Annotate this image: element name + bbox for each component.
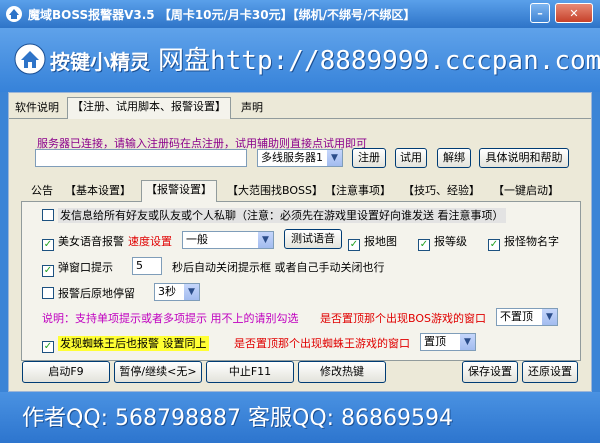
hotkey-button[interactable]: 修改热键 [298, 361, 386, 383]
save-settings-button[interactable]: 保存设置 [462, 361, 518, 383]
help-button[interactable]: 具体说明和帮助 [479, 148, 569, 168]
title-bar: 魔域BOSS报警器V3.5 【周卡10元/月卡30元】【绑机/不绑号/不绑区】 … [0, 0, 600, 28]
spider-top-select-value: 置顶 [424, 335, 446, 348]
subtab-alarm[interactable]: 【报警设置】 [141, 180, 217, 202]
speed-label: 速度设置 [128, 235, 172, 248]
report-name-row[interactable]: ✓ 报怪物名字 [488, 233, 559, 251]
minimize-button[interactable]: – [530, 3, 550, 23]
logo-text: 按键小精灵 [50, 50, 150, 74]
voice-row[interactable]: ✓ 美女语音报警 [42, 233, 124, 251]
speed-select[interactable]: 一般 ▼ [182, 231, 274, 249]
friend-msg-row[interactable]: 发信息给所有好友或队友或个人私聊（注意：必须先在游戏里设置好向谁发送 看注意事项… [42, 207, 506, 223]
server-select-value: 多线服务器1 [261, 151, 323, 164]
house-logo-icon [14, 43, 46, 75]
subtab-one-key[interactable]: 【一键启动】 [489, 182, 563, 202]
chevron-down-icon: ▼ [184, 284, 199, 300]
chevron-down-icon: ▼ [327, 150, 342, 166]
report-level-row[interactable]: ✓ 报等级 [418, 233, 467, 251]
register-code-input[interactable] [35, 149, 247, 167]
alarm-settings-panel: 发信息给所有好友或队友或个人私聊（注意：必须先在游戏里设置好向谁发送 看注意事项… [21, 201, 581, 361]
stay-select-value: 3秒 [158, 285, 176, 298]
spider-checkbox[interactable]: ✓ [42, 341, 54, 353]
subtab-notes[interactable]: 【注意事项】 [321, 182, 395, 202]
trial-button[interactable]: 试用 [395, 148, 427, 168]
note-text: 说明：支持单项提示或者多项提示 用不上的请别勾选 [42, 312, 299, 325]
popup-label: 弹窗口提示 [58, 261, 113, 274]
popup-suffix: 秒后自动关闭提示框 或者自己手动关闭也行 [172, 261, 385, 274]
close-button[interactable]: ✕ [555, 3, 593, 23]
app-icon [6, 6, 22, 22]
subtab-basic[interactable]: 【基本设置】 [61, 182, 135, 202]
spider-top-question: 是否置顶那个出现蜘蛛王游戏的窗口 [234, 337, 410, 350]
spider-top-select[interactable]: 置顶 ▼ [420, 333, 476, 351]
window-title: 魔域BOSS报警器V3.5 【周卡10元/月卡30元】【绑机/不绑号/不绑区】 [28, 8, 416, 22]
server-select[interactable]: 多线服务器1 ▼ [257, 149, 343, 167]
stay-row[interactable]: 报警后原地停留 [42, 285, 135, 301]
stay-label: 报警后原地停留 [58, 287, 135, 300]
chevron-down-icon: ▼ [542, 309, 557, 325]
report-map-label: 报地图 [364, 235, 397, 248]
spider-label: 发现蜘蛛王后也报警 设置同上 [58, 336, 209, 351]
banner: 按键小精灵 网盘http://8889999.cccpan.com [0, 28, 600, 92]
start-button[interactable]: 启动F9 [22, 361, 110, 383]
stay-select[interactable]: 3秒 ▼ [154, 283, 200, 301]
report-level-checkbox[interactable]: ✓ [418, 239, 430, 251]
test-voice-button[interactable]: 测试语音 [284, 229, 342, 249]
report-map-checkbox[interactable]: ✓ [348, 239, 360, 251]
main-panel: 软件说明 【注册、试用脚本、报警设置】 声明 服务器已连接，请输入注册码在点注册… [8, 92, 592, 392]
speed-select-value: 一般 [186, 233, 208, 246]
boss-top-select-value: 不置顶 [500, 310, 533, 323]
tab-software-info[interactable]: 软件说明 [11, 99, 63, 119]
friend-msg-label: 发信息给所有好友或队友或个人私聊（注意：必须先在游戏里设置好向谁发送 看注意事项… [58, 208, 506, 223]
report-map-row[interactable]: ✓ 报地图 [348, 233, 397, 251]
report-name-label: 报怪物名字 [504, 235, 559, 248]
stop-button[interactable]: 中止F11 [206, 361, 294, 383]
tab-register-settings[interactable]: 【注册、试用脚本、报警设置】 [67, 97, 231, 119]
voice-label: 美女语音报警 [58, 235, 124, 248]
popup-row[interactable]: ✓ 弹窗口提示 [42, 259, 113, 277]
report-level-label: 报等级 [434, 235, 467, 248]
subtab-notice[interactable]: 公告 [27, 182, 57, 202]
popup-checkbox[interactable]: ✓ [42, 265, 54, 277]
pause-button[interactable]: 暂停/继续<无> [114, 361, 202, 383]
stay-checkbox[interactable] [42, 287, 54, 299]
spider-row[interactable]: ✓ 发现蜘蛛王后也报警 设置同上 [42, 335, 209, 353]
tab-statement[interactable]: 声明 [237, 99, 267, 119]
chevron-down-icon: ▼ [460, 334, 475, 350]
footer-contact-text: 作者QQ: 568798887 客服QQ: 86869594 [22, 406, 454, 431]
unbind-button[interactable]: 解绑 [437, 148, 471, 168]
voice-checkbox[interactable]: ✓ [42, 239, 54, 251]
restore-settings-button[interactable]: 还原设置 [522, 361, 578, 383]
banner-ad-text: 网盘http://8889999.cccpan.com [158, 46, 600, 76]
popup-seconds-input[interactable]: 5 [132, 257, 162, 275]
report-name-checkbox[interactable]: ✓ [488, 239, 500, 251]
chevron-down-icon: ▼ [258, 232, 273, 248]
footer-banner: 作者QQ: 568798887 客服QQ: 86869594 [0, 392, 600, 443]
friend-msg-checkbox[interactable] [42, 209, 54, 221]
subtab-tips[interactable]: 【技巧、经验】 [399, 182, 484, 202]
subtab-boss-search[interactable]: 【大范围找BOSS】 [223, 182, 327, 202]
register-button[interactable]: 注册 [352, 148, 386, 168]
boss-top-select[interactable]: 不置顶 ▼ [496, 308, 558, 326]
boss-top-question: 是否置顶那个出现BOS游戏的窗口 [320, 312, 486, 325]
